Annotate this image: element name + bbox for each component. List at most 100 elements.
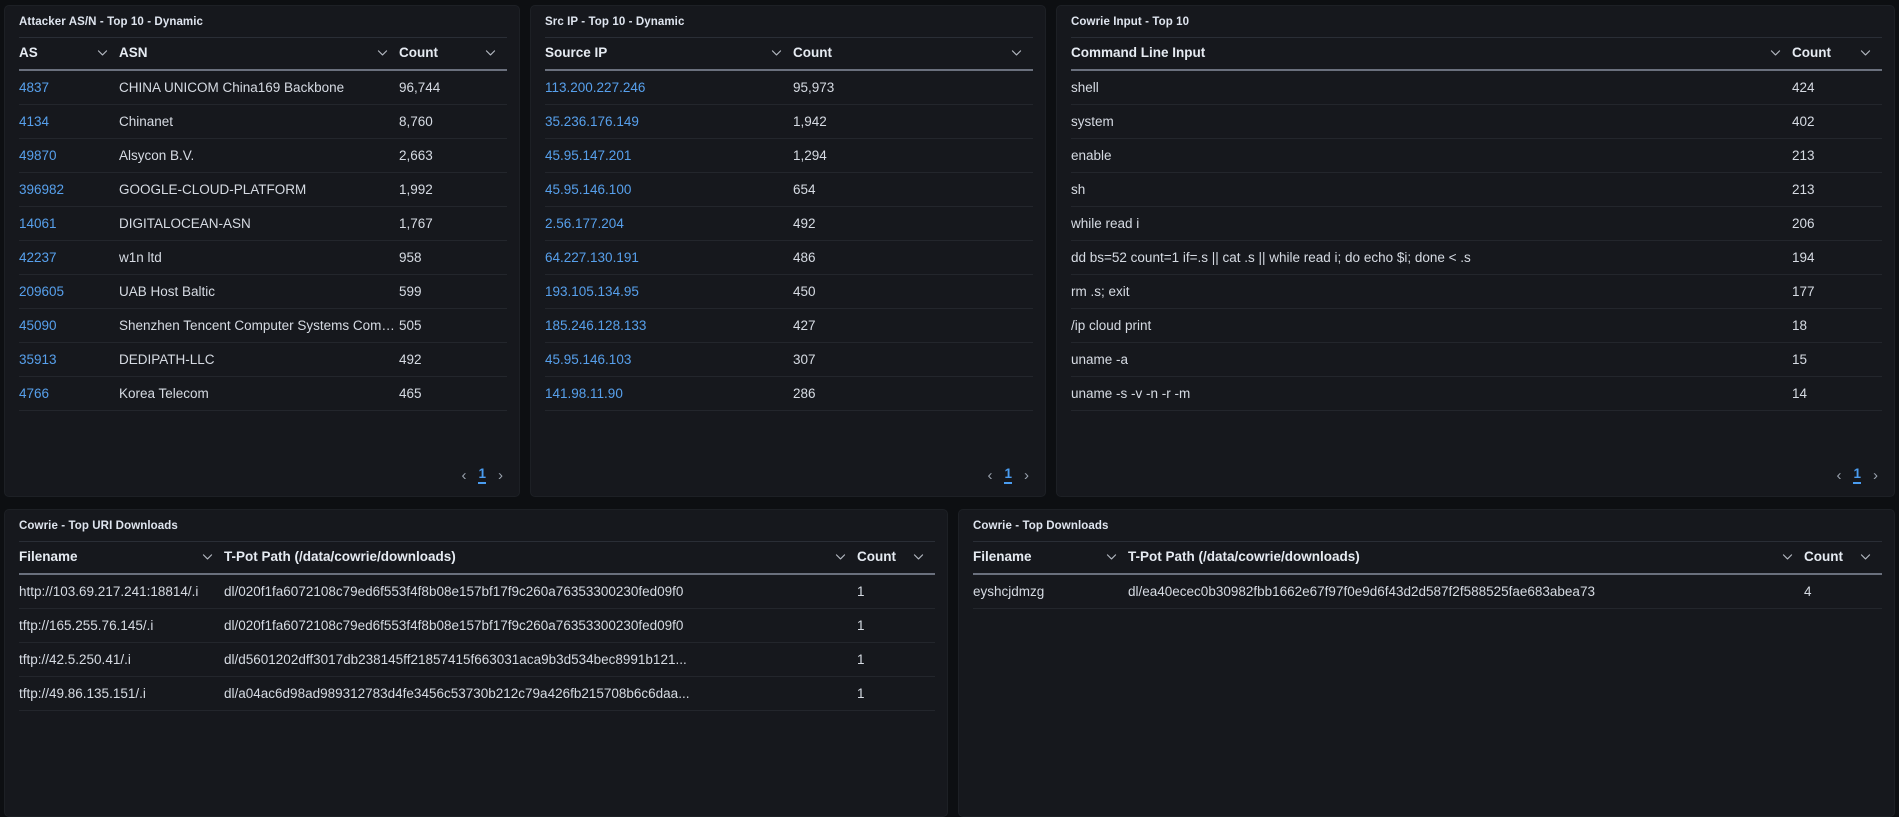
cell-count: 194 [1792,240,1882,275]
table-row[interactable]: uname -a 15 [1071,342,1882,377]
cell-count: 505 [399,308,507,343]
cell-source-ip[interactable]: 45.95.147.201 [545,138,793,173]
chevron-down-icon[interactable] [834,550,847,563]
table-row[interactable]: 4837 CHINA UNICOM China169 Backbone 96,744 [19,70,507,105]
chevron-down-icon[interactable] [1859,46,1872,59]
pagination-prev-button[interactable]: ‹ [1836,468,1841,483]
chevron-down-icon[interactable] [376,46,389,59]
column-header-count[interactable]: Count [857,541,935,575]
panel-title-cowrie-input: Cowrie Input - Top 10 [1071,16,1190,28]
pagination-prev-button[interactable]: ‹ [987,468,992,483]
cell-source-ip[interactable]: 185.246.128.133 [545,308,793,343]
cell-as[interactable]: 49870 [19,138,119,173]
table-row[interactable]: 193.105.134.95 450 [545,274,1033,309]
table-row[interactable]: while read i 206 [1071,206,1882,241]
table-row[interactable]: http://103.69.217.241:18814/.i dl/020f1fa… [19,574,935,609]
cell-source-ip[interactable]: 35.236.176.149 [545,104,793,139]
pagination-prev-button[interactable]: ‹ [461,468,466,483]
chevron-down-icon[interactable] [770,46,783,59]
chevron-down-icon[interactable] [1859,550,1872,563]
table-row[interactable]: uname -s -v -n -r -m 14 [1071,376,1882,411]
table-row[interactable]: eyshcjdmzg dl/ea40ecec0b30982fbb1662e67f9… [973,574,1882,609]
table-row[interactable]: 49870 Alsycon B.V. 2,663 [19,138,507,173]
chevron-down-icon[interactable] [1010,46,1023,59]
column-header-source-ip[interactable]: Source IP [545,37,793,71]
column-header-tpot-path[interactable]: T-Pot Path (/data/cowrie/downloads) [1128,541,1804,575]
table-row[interactable]: 45090 Shenzhen Tencent Computer Systems C… [19,308,507,343]
pagination-page-1[interactable]: 1 [478,466,486,484]
cell-as[interactable]: 4134 [19,104,119,139]
table-row[interactable]: 209605 UAB Host Baltic 599 [19,274,507,309]
column-header-count[interactable]: Count [793,37,1033,71]
table-row[interactable]: 45.95.147.201 1,294 [545,138,1033,173]
table-row[interactable]: 4134 Chinanet 8,760 [19,104,507,139]
chevron-down-icon[interactable] [912,550,925,563]
cell-as[interactable]: 4766 [19,376,119,411]
chevron-down-icon[interactable] [96,46,109,59]
cell-source-ip[interactable]: 141.98.11.90 [545,376,793,411]
table-row[interactable]: 2.56.177.204 492 [545,206,1033,241]
table-row[interactable]: dd bs=52 count=1 if=.s || cat .s || whil… [1071,240,1882,275]
table-row[interactable]: sh 213 [1071,172,1882,207]
table-row[interactable]: tftp://165.255.76.145/.i dl/020f1fa607210… [19,608,935,643]
table-row[interactable]: 45.95.146.100 654 [545,172,1033,207]
cell-as[interactable]: 209605 [19,274,119,309]
cell-as[interactable]: 396982 [19,172,119,207]
table-row[interactable]: tftp://49.86.135.151/.i dl/a04ac6d98ad989… [19,676,935,711]
table-row[interactable]: 35913 DEDIPATH-LLC 492 [19,342,507,377]
table-row[interactable]: 185.246.128.133 427 [545,308,1033,343]
cell-source-ip[interactable]: 113.200.227.246 [545,70,793,105]
table-row[interactable]: rm .s; exit 177 [1071,274,1882,309]
column-header-count[interactable]: Count [1804,541,1882,575]
table-row[interactable]: 35.236.176.149 1,942 [545,104,1033,139]
table-row[interactable]: 113.200.227.246 95,973 [545,70,1033,105]
pagination-page-1[interactable]: 1 [1853,466,1861,484]
cell-source-ip[interactable]: 193.105.134.95 [545,274,793,309]
column-header-filename[interactable]: Filename [973,541,1128,575]
cell-source-ip[interactable]: 45.95.146.100 [545,172,793,207]
cell-source-ip[interactable]: 2.56.177.204 [545,206,793,241]
column-header-tpot-path[interactable]: T-Pot Path (/data/cowrie/downloads) [224,541,857,575]
table-row[interactable]: 64.227.130.191 486 [545,240,1033,275]
pagination-attacker-asn: ‹ 1 › [5,458,519,496]
chevron-down-icon[interactable] [201,550,214,563]
cell-count: 206 [1792,206,1882,241]
chevron-down-icon[interactable] [484,46,497,59]
pagination-next-button[interactable]: › [1873,468,1878,483]
table-row[interactable]: 45.95.146.103 307 [545,342,1033,377]
cell-count: 1 [857,676,935,711]
column-header-count[interactable]: Count [1792,37,1882,71]
cell-source-ip[interactable]: 64.227.130.191 [545,240,793,275]
column-header-command-line-input[interactable]: Command Line Input [1071,37,1792,71]
cell-source-ip[interactable]: 45.95.146.103 [545,342,793,377]
table-row[interactable]: shell 424 [1071,70,1882,105]
table-row[interactable]: system 402 [1071,104,1882,139]
cell-as[interactable]: 35913 [19,342,119,377]
column-header-asn[interactable]: ASN [119,37,399,71]
chevron-down-icon[interactable] [1769,46,1782,59]
table-row[interactable]: tftp://42.5.250.41/.i dl/d5601202dff3017d… [19,642,935,677]
table-row[interactable]: 396982 GOOGLE-CLOUD-PLATFORM 1,992 [19,172,507,207]
pagination-page-1[interactable]: 1 [1004,466,1012,484]
pagination-next-button[interactable]: › [1024,468,1029,483]
table-row[interactable]: /ip cloud print 18 [1071,308,1882,343]
cell-as[interactable]: 14061 [19,206,119,241]
cell-as[interactable]: 4837 [19,70,119,105]
column-header-as[interactable]: AS [19,37,119,71]
cell-as[interactable]: 42237 [19,240,119,275]
cell-tpot-path: dl/a04ac6d98ad989312783d4fe3456c53730b21… [224,676,857,711]
column-header-filename[interactable]: Filename [19,541,224,575]
table-row[interactable]: 14061 DIGITALOCEAN-ASN 1,767 [19,206,507,241]
cell-tpot-path: dl/d5601202dff3017db238145ff21857415f663… [224,642,857,677]
cell-tpot-path: dl/ea40ecec0b30982fbb1662e67f97f0e9d6f43… [1128,574,1804,609]
table-row[interactable]: 141.98.11.90 286 [545,376,1033,411]
chevron-down-icon[interactable] [1105,550,1118,563]
table-row[interactable]: 42237 w1n ltd 958 [19,240,507,275]
table-row[interactable]: 4766 Korea Telecom 465 [19,376,507,411]
column-header-count[interactable]: Count [399,37,507,71]
chevron-down-icon[interactable] [1781,550,1794,563]
table-row[interactable]: enable 213 [1071,138,1882,173]
pagination-next-button[interactable]: › [498,468,503,483]
cell-as[interactable]: 45090 [19,308,119,343]
cell-asn: w1n ltd [119,240,399,275]
